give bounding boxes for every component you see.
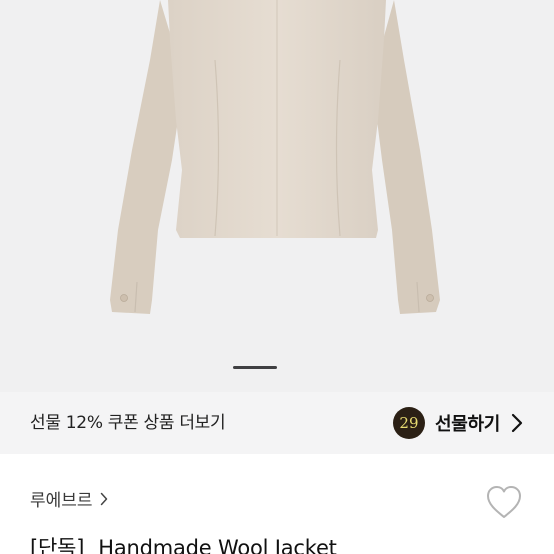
gift-coupon-link[interactable]: 선물 12% 쿠폰 상품 더보기 (30, 392, 226, 454)
product-name: Handmade Wool Jacket (98, 536, 337, 554)
carousel-indicator[interactable] (233, 366, 277, 369)
brand-name: 루에브르 (30, 491, 93, 511)
brand-link[interactable]: 루에브르 (30, 486, 108, 511)
gift-promo-bar: 선물 12% 쿠폰 상품 더보기 29 선물하기 (0, 392, 554, 454)
product-title: [단독] Handmade Wool Jacket (30, 532, 337, 554)
product-image-carousel[interactable] (0, 0, 554, 392)
gift-button-label: 선물하기 (434, 414, 500, 435)
chevron-right-icon (511, 413, 523, 433)
heart-outline-icon[interactable] (485, 484, 523, 520)
product-image (110, 0, 440, 314)
gift-button[interactable]: 29 선물하기 (392, 392, 524, 454)
product-tag: [단독] (30, 536, 85, 554)
gift-badge: 29 (392, 407, 425, 439)
chevron-right-icon (100, 492, 107, 505)
